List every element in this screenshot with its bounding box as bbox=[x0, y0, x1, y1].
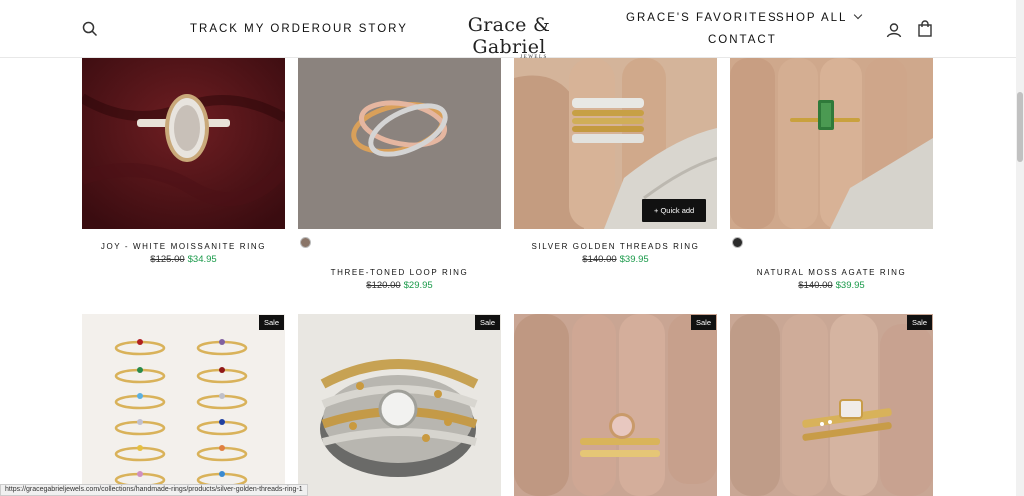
original-price: $120.00 bbox=[366, 280, 401, 291]
sale-price: $39.95 bbox=[619, 254, 649, 265]
product-price: $125.00 $34.95 bbox=[82, 254, 285, 265]
color-swatch[interactable] bbox=[732, 237, 743, 248]
product-price: $120.00 $29.95 bbox=[298, 280, 501, 291]
quick-add-button[interactable]: + Quick add bbox=[642, 199, 707, 222]
product-title[interactable]: SILVER GOLDEN THREADS RING bbox=[514, 242, 717, 251]
site-logo[interactable]: Grace & Gabriel JEWELS bbox=[434, 14, 584, 60]
chevron-down-icon bbox=[854, 10, 863, 20]
product-price: $140.00 $39.95 bbox=[514, 254, 717, 265]
nav-our-story[interactable]: OUR STORY bbox=[322, 23, 408, 35]
product-image-three-toned-loop-ring[interactable] bbox=[298, 58, 501, 229]
logo-text: Grace & Gabriel bbox=[467, 14, 551, 58]
account-icon[interactable] bbox=[886, 22, 902, 38]
product-image-pink-stone-ring-set[interactable]: Sale bbox=[514, 314, 717, 496]
product-title[interactable]: THREE-TONED LOOP RING bbox=[298, 268, 501, 277]
nav-graces-favorites[interactable]: GRACE'S FAVORITES bbox=[626, 12, 778, 24]
site-header: TRACK MY ORDER OUR STORY Grace & Gabriel… bbox=[0, 0, 1016, 60]
sale-badge: Sale bbox=[906, 315, 932, 330]
original-price: $140.00 bbox=[582, 254, 617, 265]
original-price: $125.00 bbox=[150, 254, 185, 265]
scrollbar-thumb[interactable] bbox=[1017, 92, 1023, 162]
nav-track-my-order[interactable]: TRACK MY ORDER bbox=[190, 23, 322, 35]
status-bar-url: https://gracegabrieljewels.com/collectio… bbox=[0, 484, 308, 496]
product-image-silver-golden-threads-ring[interactable]: + Quick add bbox=[514, 58, 717, 229]
product-image-moss-agate-ring[interactable] bbox=[730, 58, 933, 229]
product-image-joy-ring[interactable] bbox=[82, 58, 285, 229]
product-price: $140.00 $39.95 bbox=[730, 280, 933, 291]
color-swatch[interactable] bbox=[300, 237, 311, 248]
cart-icon[interactable] bbox=[917, 20, 933, 37]
product-image-layered-silver-gold-ring[interactable]: Sale bbox=[298, 314, 501, 496]
search-icon[interactable] bbox=[82, 21, 98, 37]
product-title[interactable]: JOY - WHITE MOISSANITE RING bbox=[82, 242, 285, 251]
nav-shop-all[interactable]: SHOP ALL bbox=[776, 10, 863, 24]
nav-shop-all-label: SHOP ALL bbox=[776, 12, 848, 24]
page-scrollbar[interactable] bbox=[1016, 0, 1024, 496]
product-image-birthstone-rings[interactable]: Sale bbox=[82, 314, 285, 496]
sale-price: $29.95 bbox=[403, 280, 433, 291]
sale-price: $39.95 bbox=[835, 280, 865, 291]
product-title[interactable]: NATURAL MOSS AGATE RING bbox=[730, 268, 933, 277]
nav-contact[interactable]: CONTACT bbox=[708, 34, 777, 46]
sale-badge: Sale bbox=[474, 315, 500, 330]
product-image-stacked-ring-set[interactable]: Sale bbox=[730, 314, 933, 496]
sale-badge: Sale bbox=[258, 315, 284, 330]
sale-price: $34.95 bbox=[187, 254, 217, 265]
original-price: $140.00 bbox=[798, 280, 833, 291]
sale-badge: Sale bbox=[690, 315, 716, 330]
